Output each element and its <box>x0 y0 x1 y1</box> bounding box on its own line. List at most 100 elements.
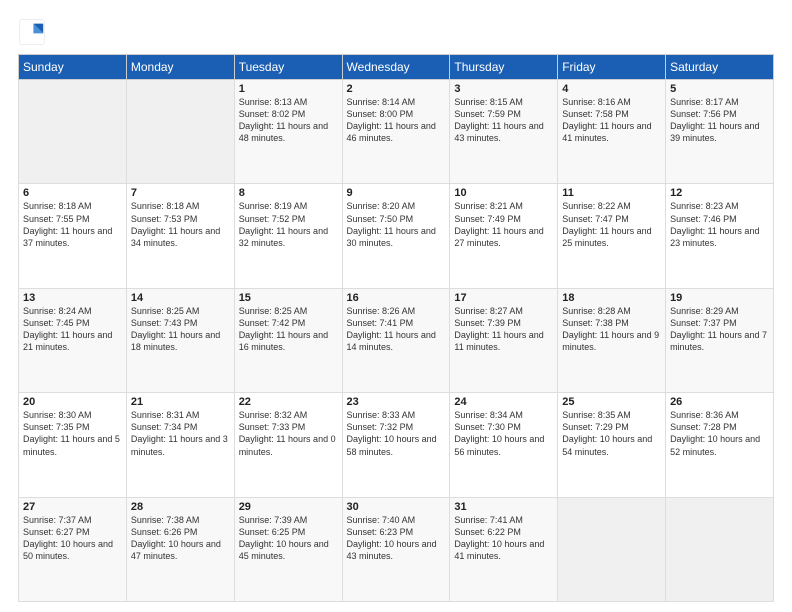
cell-content: Sunrise: 8:26 AM Sunset: 7:41 PM Dayligh… <box>347 305 446 354</box>
day-number: 21 <box>131 396 230 408</box>
calendar-cell: 9Sunrise: 8:20 AM Sunset: 7:50 PM Daylig… <box>342 184 450 288</box>
cell-content: Sunrise: 7:37 AM Sunset: 6:27 PM Dayligh… <box>23 514 122 563</box>
day-of-week-header: Wednesday <box>342 55 450 80</box>
cell-content: Sunrise: 8:13 AM Sunset: 8:02 PM Dayligh… <box>239 96 338 145</box>
calendar-cell: 3Sunrise: 8:15 AM Sunset: 7:59 PM Daylig… <box>450 80 558 184</box>
day-number: 1 <box>239 83 338 95</box>
day-number: 13 <box>23 292 122 304</box>
day-number: 28 <box>131 501 230 513</box>
cell-content: Sunrise: 7:38 AM Sunset: 6:26 PM Dayligh… <box>131 514 230 563</box>
day-of-week-header: Saturday <box>666 55 774 80</box>
cell-content: Sunrise: 8:16 AM Sunset: 7:58 PM Dayligh… <box>562 96 661 145</box>
day-number: 23 <box>347 396 446 408</box>
cell-content: Sunrise: 8:28 AM Sunset: 7:38 PM Dayligh… <box>562 305 661 354</box>
day-of-week-header: Thursday <box>450 55 558 80</box>
cell-content: Sunrise: 8:33 AM Sunset: 7:32 PM Dayligh… <box>347 409 446 458</box>
cell-content: Sunrise: 8:18 AM Sunset: 7:53 PM Dayligh… <box>131 200 230 249</box>
logo <box>18 18 50 46</box>
calendar-cell: 1Sunrise: 8:13 AM Sunset: 8:02 PM Daylig… <box>234 80 342 184</box>
cell-content: Sunrise: 8:35 AM Sunset: 7:29 PM Dayligh… <box>562 409 661 458</box>
general-blue-icon <box>18 18 46 46</box>
calendar-cell <box>126 80 234 184</box>
day-number: 8 <box>239 187 338 199</box>
day-number: 17 <box>454 292 553 304</box>
cell-content: Sunrise: 8:14 AM Sunset: 8:00 PM Dayligh… <box>347 96 446 145</box>
day-number: 25 <box>562 396 661 408</box>
cell-content: Sunrise: 8:17 AM Sunset: 7:56 PM Dayligh… <box>670 96 769 145</box>
day-number: 29 <box>239 501 338 513</box>
day-number: 10 <box>454 187 553 199</box>
cell-content: Sunrise: 8:21 AM Sunset: 7:49 PM Dayligh… <box>454 200 553 249</box>
calendar-cell: 21Sunrise: 8:31 AM Sunset: 7:34 PM Dayli… <box>126 393 234 497</box>
cell-content: Sunrise: 7:40 AM Sunset: 6:23 PM Dayligh… <box>347 514 446 563</box>
calendar-cell: 22Sunrise: 8:32 AM Sunset: 7:33 PM Dayli… <box>234 393 342 497</box>
calendar-cell: 7Sunrise: 8:18 AM Sunset: 7:53 PM Daylig… <box>126 184 234 288</box>
cell-content: Sunrise: 8:36 AM Sunset: 7:28 PM Dayligh… <box>670 409 769 458</box>
calendar-cell: 29Sunrise: 7:39 AM Sunset: 6:25 PM Dayli… <box>234 497 342 601</box>
cell-content: Sunrise: 8:24 AM Sunset: 7:45 PM Dayligh… <box>23 305 122 354</box>
cell-content: Sunrise: 8:32 AM Sunset: 7:33 PM Dayligh… <box>239 409 338 458</box>
calendar-cell: 24Sunrise: 8:34 AM Sunset: 7:30 PM Dayli… <box>450 393 558 497</box>
cell-content: Sunrise: 8:19 AM Sunset: 7:52 PM Dayligh… <box>239 200 338 249</box>
day-of-week-header: Tuesday <box>234 55 342 80</box>
cell-content: Sunrise: 8:30 AM Sunset: 7:35 PM Dayligh… <box>23 409 122 458</box>
day-number: 7 <box>131 187 230 199</box>
calendar-cell: 11Sunrise: 8:22 AM Sunset: 7:47 PM Dayli… <box>558 184 666 288</box>
day-number: 12 <box>670 187 769 199</box>
calendar-cell: 10Sunrise: 8:21 AM Sunset: 7:49 PM Dayli… <box>450 184 558 288</box>
calendar-cell: 14Sunrise: 8:25 AM Sunset: 7:43 PM Dayli… <box>126 288 234 392</box>
calendar-cell <box>558 497 666 601</box>
cell-content: Sunrise: 8:34 AM Sunset: 7:30 PM Dayligh… <box>454 409 553 458</box>
calendar-cell: 23Sunrise: 8:33 AM Sunset: 7:32 PM Dayli… <box>342 393 450 497</box>
cell-content: Sunrise: 8:27 AM Sunset: 7:39 PM Dayligh… <box>454 305 553 354</box>
day-number: 31 <box>454 501 553 513</box>
calendar-cell: 18Sunrise: 8:28 AM Sunset: 7:38 PM Dayli… <box>558 288 666 392</box>
day-number: 20 <box>23 396 122 408</box>
calendar-cell: 19Sunrise: 8:29 AM Sunset: 7:37 PM Dayli… <box>666 288 774 392</box>
cell-content: Sunrise: 8:25 AM Sunset: 7:42 PM Dayligh… <box>239 305 338 354</box>
cell-content: Sunrise: 8:23 AM Sunset: 7:46 PM Dayligh… <box>670 200 769 249</box>
cell-content: Sunrise: 8:18 AM Sunset: 7:55 PM Dayligh… <box>23 200 122 249</box>
calendar-cell: 12Sunrise: 8:23 AM Sunset: 7:46 PM Dayli… <box>666 184 774 288</box>
calendar-cell: 8Sunrise: 8:19 AM Sunset: 7:52 PM Daylig… <box>234 184 342 288</box>
day-number: 6 <box>23 187 122 199</box>
cell-content: Sunrise: 7:39 AM Sunset: 6:25 PM Dayligh… <box>239 514 338 563</box>
calendar-cell <box>666 497 774 601</box>
day-number: 30 <box>347 501 446 513</box>
day-number: 5 <box>670 83 769 95</box>
day-number: 14 <box>131 292 230 304</box>
calendar-cell: 15Sunrise: 8:25 AM Sunset: 7:42 PM Dayli… <box>234 288 342 392</box>
calendar-cell: 31Sunrise: 7:41 AM Sunset: 6:22 PM Dayli… <box>450 497 558 601</box>
day-number: 2 <box>347 83 446 95</box>
day-number: 18 <box>562 292 661 304</box>
calendar-cell: 20Sunrise: 8:30 AM Sunset: 7:35 PM Dayli… <box>19 393 127 497</box>
day-number: 19 <box>670 292 769 304</box>
day-number: 16 <box>347 292 446 304</box>
day-number: 3 <box>454 83 553 95</box>
day-number: 4 <box>562 83 661 95</box>
cell-content: Sunrise: 8:22 AM Sunset: 7:47 PM Dayligh… <box>562 200 661 249</box>
day-number: 22 <box>239 396 338 408</box>
calendar-cell: 27Sunrise: 7:37 AM Sunset: 6:27 PM Dayli… <box>19 497 127 601</box>
calendar-cell: 4Sunrise: 8:16 AM Sunset: 7:58 PM Daylig… <box>558 80 666 184</box>
day-of-week-header: Sunday <box>19 55 127 80</box>
calendar-cell: 5Sunrise: 8:17 AM Sunset: 7:56 PM Daylig… <box>666 80 774 184</box>
day-number: 26 <box>670 396 769 408</box>
calendar-cell: 17Sunrise: 8:27 AM Sunset: 7:39 PM Dayli… <box>450 288 558 392</box>
day-of-week-header: Friday <box>558 55 666 80</box>
calendar-cell: 26Sunrise: 8:36 AM Sunset: 7:28 PM Dayli… <box>666 393 774 497</box>
day-number: 24 <box>454 396 553 408</box>
calendar-cell <box>19 80 127 184</box>
day-number: 9 <box>347 187 446 199</box>
calendar-cell: 16Sunrise: 8:26 AM Sunset: 7:41 PM Dayli… <box>342 288 450 392</box>
day-number: 15 <box>239 292 338 304</box>
calendar-cell: 2Sunrise: 8:14 AM Sunset: 8:00 PM Daylig… <box>342 80 450 184</box>
day-of-week-header: Monday <box>126 55 234 80</box>
calendar-cell: 25Sunrise: 8:35 AM Sunset: 7:29 PM Dayli… <box>558 393 666 497</box>
cell-content: Sunrise: 8:29 AM Sunset: 7:37 PM Dayligh… <box>670 305 769 354</box>
calendar-cell: 13Sunrise: 8:24 AM Sunset: 7:45 PM Dayli… <box>19 288 127 392</box>
calendar-cell: 6Sunrise: 8:18 AM Sunset: 7:55 PM Daylig… <box>19 184 127 288</box>
calendar: SundayMondayTuesdayWednesdayThursdayFrid… <box>18 54 774 602</box>
cell-content: Sunrise: 8:25 AM Sunset: 7:43 PM Dayligh… <box>131 305 230 354</box>
day-number: 11 <box>562 187 661 199</box>
